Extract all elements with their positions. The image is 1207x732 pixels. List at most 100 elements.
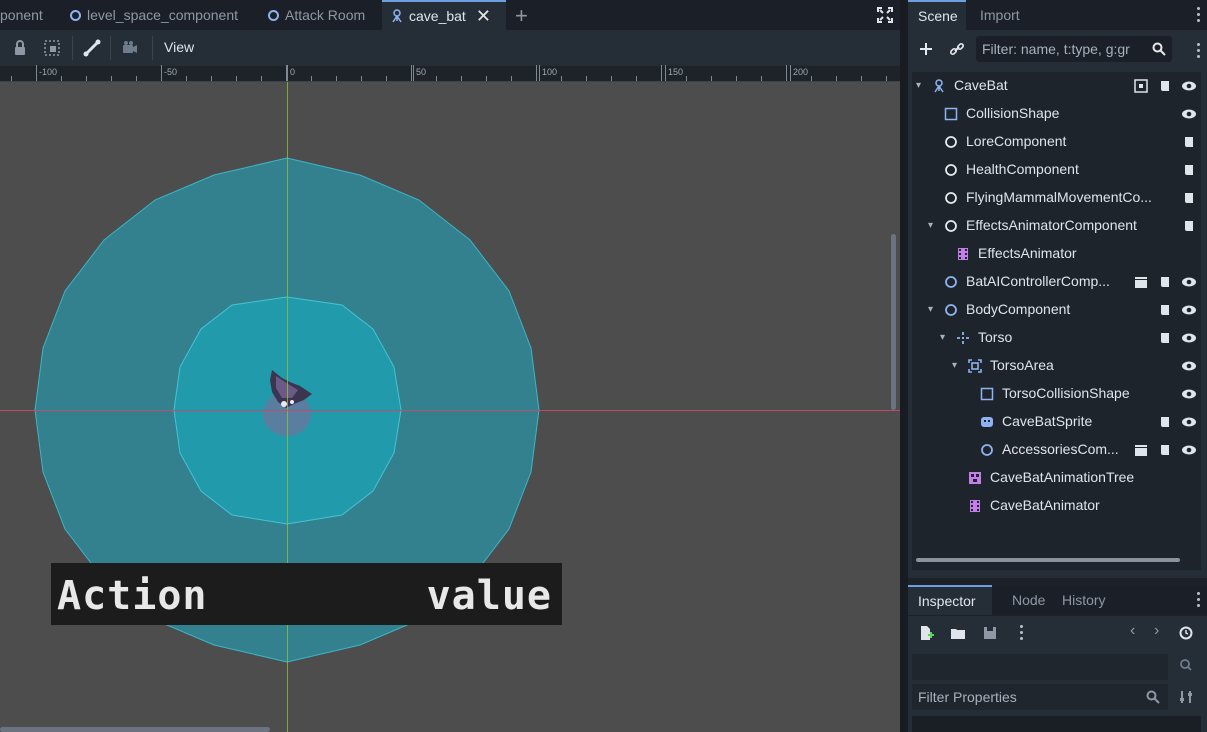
script-icon[interactable]: [1157, 274, 1173, 290]
ruler-minor-tick: [811, 76, 812, 81]
tree-horizontal-scrollbar[interactable]: [916, 558, 1180, 562]
inspector-path-bar: [912, 654, 1168, 680]
ruler-label: 100: [542, 67, 558, 77]
ruler-minor-tick: [711, 76, 712, 81]
clapper-icon[interactable]: [1133, 274, 1149, 290]
script-icon[interactable]: [1157, 78, 1173, 94]
expand-arrow-icon[interactable]: ▾: [940, 333, 950, 343]
ruler-minor-tick: [511, 76, 512, 81]
node-label: BodyComponent: [966, 301, 1071, 317]
link-icon[interactable]: [949, 41, 965, 57]
node-state-icons: [1181, 134, 1197, 150]
group-icon[interactable]: [42, 38, 62, 58]
tree-node[interactable]: EffectsAnimator: [912, 240, 1201, 268]
node-state-icons: [1181, 386, 1197, 402]
eye-icon[interactable]: [1181, 106, 1197, 122]
eye-icon[interactable]: [1181, 414, 1197, 430]
property-tools-icon[interactable]: [1178, 689, 1194, 705]
more-options-icon[interactable]: [1197, 7, 1201, 25]
ruler-minor-tick: [311, 76, 312, 81]
save-icon[interactable]: [982, 625, 998, 641]
more-options-icon[interactable]: [1197, 592, 1201, 610]
horizontal-scrollbar[interactable]: [0, 727, 270, 732]
tab-import[interactable]: Import: [970, 0, 1030, 30]
script-icon[interactable]: [1181, 218, 1197, 234]
expand-arrow-icon[interactable]: ▾: [916, 81, 926, 91]
tree-node[interactable]: ▾ Torso: [912, 324, 1201, 352]
scene-options-icon[interactable]: [1197, 43, 1201, 61]
tree-node[interactable]: ▾ TorsoArea: [912, 352, 1201, 380]
script-icon[interactable]: [1181, 190, 1197, 206]
tab-cave-bat[interactable]: cave_bat ✕: [382, 0, 506, 30]
add-tab-icon[interactable]: +: [515, 3, 528, 29]
tab-component-partial[interactable]: ponent: [0, 0, 51, 30]
script-icon[interactable]: [1157, 414, 1173, 430]
bone-icon[interactable]: [82, 38, 102, 58]
ruler-minor-tick: [236, 76, 237, 81]
tree-node[interactable]: CaveBatSprite: [912, 408, 1201, 436]
node-state-icons: [1157, 414, 1197, 430]
ruler-minor-tick: [286, 65, 287, 81]
script-icon[interactable]: [1157, 302, 1173, 318]
tree-node[interactable]: ▾ BodyComponent: [912, 296, 1201, 324]
expand-arrow-icon[interactable]: ▾: [952, 361, 962, 371]
ruler-minor-tick: [586, 76, 587, 81]
ruler-major-tick: [287, 65, 288, 81]
lock-icon[interactable]: [10, 38, 30, 58]
dock-splitter[interactable]: [900, 0, 908, 732]
open-folder-icon[interactable]: [950, 625, 966, 641]
tree-node[interactable]: CollisionShape: [912, 100, 1201, 128]
tree-node[interactable]: LoreComponent: [912, 128, 1201, 156]
canvas-viewport[interactable]: Action value: [0, 82, 900, 732]
eye-icon[interactable]: [1181, 302, 1197, 318]
tab-inspector[interactable]: Inspector: [908, 585, 992, 615]
tab-attack-room[interactable]: Attack Room: [260, 0, 373, 30]
history-forward-icon[interactable]: ›: [1154, 622, 1159, 640]
tab-level-space-component[interactable]: level_space_component: [62, 0, 246, 30]
object-history-icon[interactable]: [1178, 625, 1194, 641]
eye-icon[interactable]: [1181, 274, 1197, 290]
eye-icon[interactable]: [1181, 78, 1197, 94]
tree-node[interactable]: FlyingMammalMovementCo...: [912, 184, 1201, 212]
tab-node[interactable]: Node: [1002, 585, 1055, 615]
vertical-scrollbar[interactable]: [891, 234, 896, 410]
scene-filter-input[interactable]: [976, 36, 1148, 62]
tree-node[interactable]: CaveBatAnimationTree: [912, 464, 1201, 492]
clapper-icon[interactable]: [1133, 442, 1149, 458]
eye-icon[interactable]: [1181, 330, 1197, 346]
close-tab-icon[interactable]: ✕: [476, 7, 491, 25]
tree-node[interactable]: AccessoriesCom...: [912, 436, 1201, 464]
eye-icon[interactable]: [1181, 386, 1197, 402]
script-icon[interactable]: [1157, 330, 1173, 346]
pin-icon[interactable]: [1133, 78, 1149, 94]
tree-node[interactable]: ▾ CaveBat: [912, 72, 1201, 100]
tab-scene[interactable]: Scene: [908, 0, 966, 30]
tree-node[interactable]: CaveBatAnimator: [912, 492, 1201, 520]
node-label: CaveBatSprite: [1002, 413, 1093, 429]
eye-icon[interactable]: [1181, 442, 1197, 458]
expand-arrow-icon[interactable]: ▾: [928, 305, 938, 315]
ruler-minor-tick: [36, 65, 37, 81]
search-icon: [1146, 690, 1160, 704]
camera-override-icon[interactable]: [120, 38, 140, 58]
tree-node[interactable]: HealthComponent: [912, 156, 1201, 184]
animation-tree-icon: [969, 472, 981, 484]
tree-node[interactable]: ▾ EffectsAnimatorComponent: [912, 212, 1201, 240]
filter-properties-input[interactable]: [912, 684, 1142, 710]
eye-icon[interactable]: [1181, 358, 1197, 374]
node2d-circle-icon: [981, 444, 993, 456]
inspector-options-icon[interactable]: [1020, 625, 1024, 643]
add-node-icon[interactable]: [918, 41, 934, 57]
history-back-icon[interactable]: ‹: [1130, 622, 1135, 640]
tab-history[interactable]: History: [1052, 585, 1116, 615]
tree-node[interactable]: TorsoCollisionShape: [912, 380, 1201, 408]
fullscreen-icon[interactable]: [876, 6, 894, 24]
doc-search-icon[interactable]: [1178, 658, 1194, 674]
expand-arrow-icon[interactable]: ▾: [928, 221, 938, 231]
view-menu-button[interactable]: View: [164, 39, 194, 55]
tree-node[interactable]: BatAIControllerComp...: [912, 268, 1201, 296]
script-icon[interactable]: [1157, 442, 1173, 458]
new-resource-icon[interactable]: [918, 625, 934, 641]
script-icon[interactable]: [1181, 134, 1197, 150]
script-icon[interactable]: [1181, 162, 1197, 178]
